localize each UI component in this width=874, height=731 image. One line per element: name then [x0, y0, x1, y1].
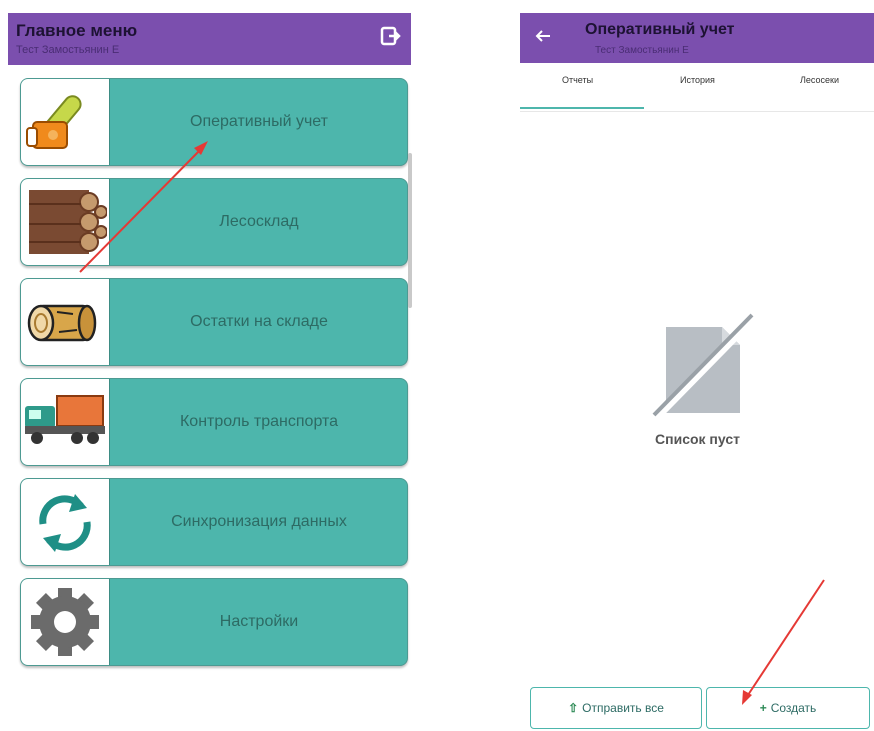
menu-item-transport-control[interactable]: Контроль транспорта [20, 378, 408, 466]
bottom-action-bar: ⇧ Отправить все + Создать [520, 683, 874, 731]
menu-item-label: Синхронизация данных [171, 513, 347, 530]
tab-history[interactable]: История [680, 75, 715, 85]
sync-icon [21, 479, 110, 565]
upload-icon: ⇧ [568, 701, 579, 715]
menu-item-stock-remains[interactable]: Остатки на складе [20, 278, 408, 366]
plus-icon: + [759, 701, 767, 715]
menu-item-timber-yard[interactable]: Лесосклад [20, 178, 408, 266]
gear-icon [21, 579, 110, 665]
back-arrow-icon[interactable] [534, 27, 552, 45]
create-button[interactable]: + Создать [706, 687, 870, 729]
logout-icon[interactable] [379, 25, 401, 47]
chainsaw-icon [21, 79, 110, 165]
operational-accounting-screen: Оперативный учет Тест Замостьянин Е Отче… [520, 13, 874, 731]
log-icon [21, 279, 110, 365]
page-title: Главное меню [16, 21, 138, 40]
user-subtitle: Тест Замостьянин Е [595, 45, 689, 56]
main-menu-screen: Главное меню Тест Замостьянин Е Оператив… [8, 13, 412, 683]
app-bar: Оперативный учет Тест Замостьянин Е [520, 13, 874, 63]
empty-document-icon [652, 313, 758, 421]
menu-item-label: Остатки на складе [190, 313, 328, 330]
menu-item-operational-accounting[interactable]: Оперативный учет [20, 78, 408, 166]
timber-truck-icon [21, 379, 110, 465]
menu-item-label: Оперативный учет [190, 113, 328, 130]
create-label: Создать [770, 701, 817, 715]
tab-cutting-areas[interactable]: Лесосеки [800, 75, 839, 85]
user-subtitle: Тест Замостьянин Е [16, 44, 120, 56]
tab-bar: Отчеты История Лесосеки [520, 63, 874, 112]
log-stack-icon [21, 179, 110, 265]
scrollbar[interactable] [408, 153, 412, 308]
empty-list-text: Список пуст [655, 431, 740, 447]
tab-reports[interactable]: Отчеты [562, 75, 593, 85]
page-title: Оперативный учет [585, 21, 735, 38]
menu-item-label: Лесосклад [219, 213, 299, 230]
tab-indicator [520, 107, 644, 109]
app-bar: Главное меню Тест Замостьянин Е [8, 13, 411, 65]
menu-item-label: Контроль транспорта [179, 413, 339, 430]
menu-item-settings[interactable]: Настройки [20, 578, 408, 666]
menu-item-data-sync[interactable]: Синхронизация данных [20, 478, 408, 566]
menu-item-label: Настройки [219, 613, 299, 630]
send-all-button[interactable]: ⇧ Отправить все [530, 687, 702, 729]
send-all-label: Отправить все [582, 701, 664, 715]
